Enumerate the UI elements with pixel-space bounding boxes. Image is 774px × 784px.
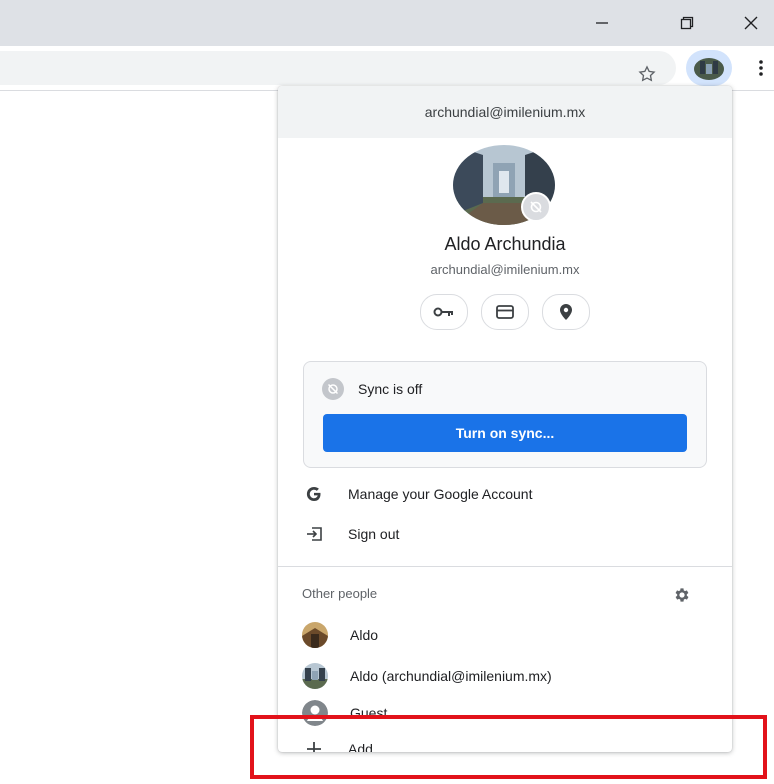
manage-account-item[interactable]: Manage your Google Account bbox=[278, 476, 732, 512]
google-g-icon bbox=[302, 486, 326, 502]
menu-divider bbox=[278, 566, 732, 567]
close-icon bbox=[744, 16, 758, 30]
close-window-button[interactable] bbox=[728, 0, 774, 46]
sync-status-text: Sync is off bbox=[358, 381, 423, 397]
address-bar[interactable] bbox=[0, 51, 676, 85]
sync-disabled-icon bbox=[530, 201, 542, 213]
person-avatar bbox=[302, 622, 328, 648]
addresses-button[interactable] bbox=[542, 294, 590, 330]
sign-out-item[interactable]: Sign out bbox=[278, 516, 732, 552]
person-name: Aldo (archundial@imilenium.mx) bbox=[350, 668, 552, 684]
profile-menu: archundial@imilenium.mx Aldo Archundia a… bbox=[278, 86, 732, 752]
restore-icon bbox=[680, 16, 694, 30]
sign-out-icon bbox=[302, 527, 326, 541]
other-people-label: Other people bbox=[302, 586, 378, 601]
person-item[interactable]: Aldo (archundial@imilenium.mx) bbox=[278, 659, 732, 693]
person-name: Aldo bbox=[350, 627, 379, 643]
location-pin-icon bbox=[560, 304, 572, 320]
manage-account-label: Manage your Google Account bbox=[348, 486, 533, 502]
person-item[interactable]: Aldo bbox=[278, 618, 732, 652]
sync-card: Sync is off Turn on sync... bbox=[303, 361, 707, 468]
more-vert-icon bbox=[759, 60, 763, 76]
profile-name: Aldo Archundia bbox=[444, 234, 566, 254]
chrome-menu-button[interactable] bbox=[754, 56, 768, 80]
menu-header-email: archundial@imilenium.mx bbox=[278, 86, 732, 138]
profile-email: archundial@imilenium.mx bbox=[430, 262, 580, 277]
card-icon bbox=[496, 305, 514, 319]
bookmark-star-button[interactable] bbox=[636, 63, 658, 85]
manage-people-button[interactable] bbox=[672, 585, 692, 605]
minimize-icon bbox=[596, 22, 608, 24]
turn-on-sync-button[interactable]: Turn on sync... bbox=[323, 414, 687, 452]
sign-out-label: Sign out bbox=[348, 526, 400, 542]
highlight-box bbox=[250, 715, 767, 779]
browser-toolbar bbox=[0, 46, 774, 91]
passwords-button[interactable] bbox=[420, 294, 468, 330]
person-avatar bbox=[302, 663, 328, 689]
sync-paused-badge bbox=[521, 192, 551, 222]
gear-icon bbox=[675, 588, 689, 602]
restore-button[interactable] bbox=[664, 0, 710, 46]
window-titlebar bbox=[0, 0, 774, 46]
key-icon bbox=[433, 307, 453, 317]
sync-off-icon bbox=[322, 378, 344, 400]
profile-avatar-icon bbox=[694, 58, 724, 80]
payment-methods-button[interactable] bbox=[481, 294, 529, 330]
star-icon bbox=[638, 65, 656, 82]
minimize-button[interactable] bbox=[579, 0, 625, 46]
profile-button[interactable] bbox=[686, 50, 732, 86]
